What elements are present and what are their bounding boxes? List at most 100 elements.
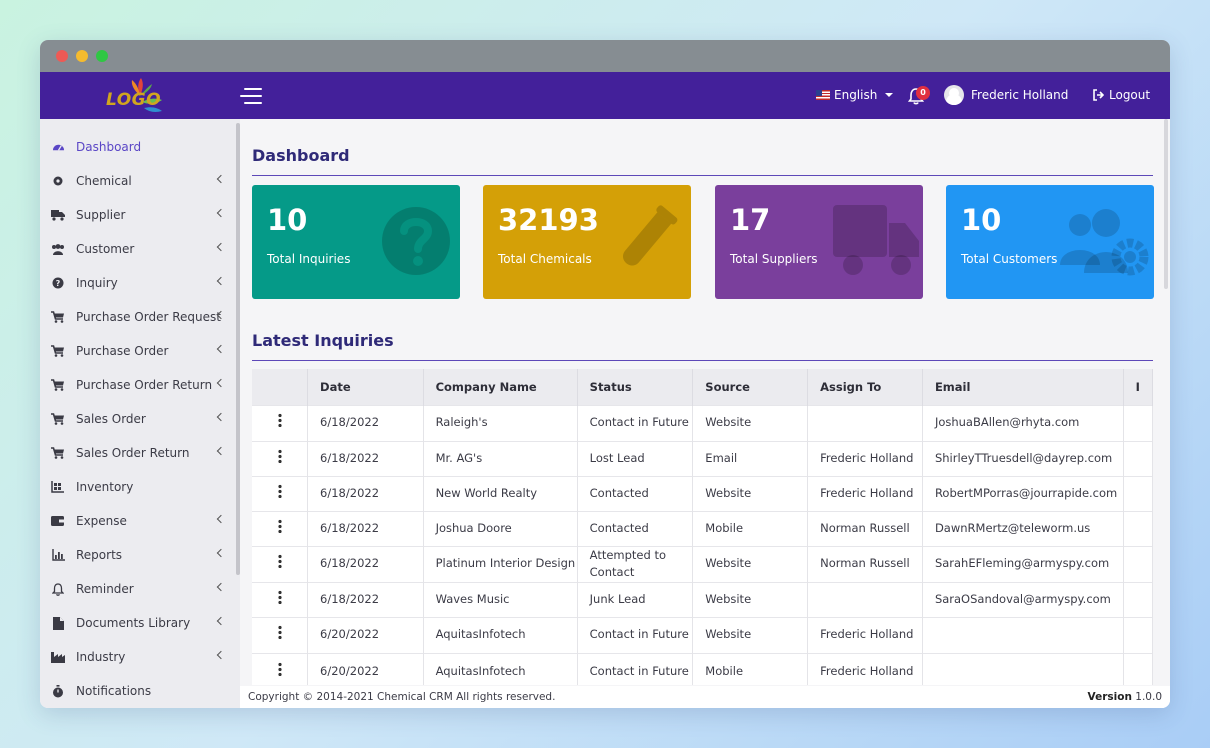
table-row[interactable]: 6/18/2022 Waves Music Junk Lead Website Sara… bbox=[252, 581, 1153, 617]
logout-icon bbox=[1093, 89, 1104, 101]
table-row[interactable]: 6/18/2022 Mr. AG's Lost Lead Email Frederic … bbox=[252, 440, 1153, 476]
company-cell: New World Realty bbox=[423, 475, 578, 511]
sidebar-item-sales-order-return[interactable]: Sales Order Return bbox=[40, 436, 232, 470]
kebab-menu-icon[interactable] bbox=[277, 483, 282, 498]
col-header-source[interactable]: Source bbox=[692, 369, 809, 405]
table-header-row: Date Company Name Status Source Assign T… bbox=[252, 369, 1153, 405]
sidebar-item-reports[interactable]: Reports bbox=[40, 538, 232, 572]
assign-to-cell: Frederic Holland bbox=[807, 616, 923, 653]
kebab-menu-icon[interactable] bbox=[277, 661, 282, 676]
menu-toggle-button[interactable] bbox=[240, 86, 262, 106]
table-row[interactable]: 6/18/2022 Platinum Interior Design Attempt… bbox=[252, 545, 1153, 582]
card-value: 10 bbox=[267, 203, 308, 237]
kebab-menu-icon[interactable] bbox=[277, 589, 282, 604]
date-cell: 6/20/2022 bbox=[307, 652, 424, 685]
sidebar-item-chemical[interactable]: Chemical bbox=[40, 164, 232, 198]
sidebar-item-documents-library[interactable]: Documents Library bbox=[40, 606, 232, 640]
chart-icon bbox=[51, 548, 65, 562]
table-row[interactable]: 6/18/2022 Joshua Doore Contacted Mobile Norm… bbox=[252, 510, 1153, 546]
card-total-suppliers[interactable]: 17 Total Suppliers bbox=[715, 185, 923, 299]
status-cell: Contact in Future bbox=[577, 652, 694, 685]
table-row[interactable]: 6/18/2022 Raleigh's Contact in Future Websi… bbox=[252, 404, 1153, 441]
logo[interactable]: LOGO bbox=[104, 78, 176, 114]
kebab-menu-icon[interactable] bbox=[277, 625, 282, 640]
col-header-assign-to[interactable]: Assign To bbox=[807, 369, 923, 405]
sidebar-item-label: Inquiry bbox=[76, 276, 118, 290]
card-total-customers[interactable]: 10 Total Customers bbox=[946, 185, 1154, 299]
dashboard-icon bbox=[51, 140, 65, 154]
row-actions-cell bbox=[252, 581, 309, 617]
sidebar-item-purchase-order-return[interactable]: Purchase Order Return bbox=[40, 368, 232, 402]
minimize-window-button[interactable] bbox=[76, 50, 88, 62]
cart-icon bbox=[51, 344, 65, 358]
truncated-cell bbox=[1123, 616, 1153, 653]
sidebar-item-expense[interactable]: Expense bbox=[40, 504, 232, 538]
sidebar-item-label: Industry bbox=[76, 650, 126, 664]
kebab-menu-icon[interactable] bbox=[277, 413, 282, 428]
test-tube-icon bbox=[623, 205, 678, 266]
truncated-cell bbox=[1123, 545, 1153, 582]
table-row[interactable]: 6/18/2022 New World Realty Contacted Websit… bbox=[252, 475, 1153, 511]
col-header-status[interactable]: Status bbox=[577, 369, 694, 405]
table-row[interactable]: 6/20/2022 AquitasInfotech Contact in Futur… bbox=[252, 616, 1153, 653]
status-cell: Junk Lead bbox=[577, 581, 694, 617]
language-selector[interactable]: English bbox=[816, 88, 894, 102]
date-cell: 6/20/2022 bbox=[307, 616, 424, 653]
inventory-icon bbox=[51, 480, 65, 494]
table-row[interactable]: 6/20/2022 AquitasInfotech Contact in Futur… bbox=[252, 652, 1153, 685]
company-cell: AquitasInfotech bbox=[423, 616, 578, 653]
main-scrollbar[interactable] bbox=[1164, 119, 1168, 289]
email-cell[interactable]: DawnRMertz@teleworm.us bbox=[922, 510, 1124, 546]
sidebar: Dashboard Chemical Supplier Customer? Inquir… bbox=[40, 119, 240, 708]
sidebar-item-supplier[interactable]: Supplier bbox=[40, 198, 232, 232]
cart-icon bbox=[51, 378, 65, 392]
latest-inquiries-title: Latest Inquiries bbox=[252, 331, 394, 350]
email-cell[interactable]: JoshuaBAllen@rhyta.com bbox=[922, 404, 1124, 441]
email-cell[interactable]: ShirleyTTruesdell@dayrep.com bbox=[922, 440, 1124, 476]
sidebar-item-dashboard[interactable]: Dashboard bbox=[40, 130, 232, 164]
sidebar-item-purchase-order[interactable]: Purchase Order bbox=[40, 334, 232, 368]
sidebar-item-reminder[interactable]: Reminder bbox=[40, 572, 232, 606]
date-cell: 6/18/2022 bbox=[307, 475, 424, 511]
user-avatar[interactable] bbox=[944, 85, 964, 105]
email-cell[interactable]: SaraOSandoval@armyspy.com bbox=[922, 581, 1124, 617]
sidebar-item-inventory[interactable]: Inventory bbox=[40, 470, 232, 504]
close-window-button[interactable] bbox=[56, 50, 68, 62]
maximize-window-button[interactable] bbox=[96, 50, 108, 62]
sidebar-item-notifications[interactable]: Notifications bbox=[40, 674, 232, 708]
email-cell[interactable] bbox=[922, 616, 1124, 653]
logo-text: LOGO bbox=[106, 90, 162, 110]
sidebar-item-customer[interactable]: Customer bbox=[40, 232, 232, 266]
card-total-chemicals[interactable]: 32193 Total Chemicals bbox=[483, 185, 691, 299]
version-label: Version bbox=[1087, 691, 1132, 703]
source-cell: Website bbox=[692, 545, 809, 582]
assign-to-cell bbox=[807, 581, 923, 617]
col-header-company[interactable]: Company Name bbox=[423, 369, 578, 405]
sidebar-item-industry[interactable]: Industry bbox=[40, 640, 232, 674]
email-cell[interactable]: RobertMPorras@jourrapide.com bbox=[922, 475, 1124, 511]
logout-button[interactable]: Logout bbox=[1092, 88, 1150, 102]
card-total-inquiries[interactable]: 10 Total Inquiries bbox=[252, 185, 460, 299]
email-cell[interactable] bbox=[922, 652, 1124, 685]
source-cell: Email bbox=[692, 440, 809, 476]
col-header-email[interactable]: Email bbox=[922, 369, 1124, 405]
sidebar-item-purchase-order-request[interactable]: Purchase Order Request bbox=[40, 300, 232, 334]
sidebar-item-inquiry[interactable]: ? Inquiry bbox=[40, 266, 232, 300]
source-cell: Mobile bbox=[692, 510, 809, 546]
kebab-menu-icon[interactable] bbox=[277, 518, 282, 533]
email-cell[interactable]: SarahEFleming@armyspy.com bbox=[922, 545, 1124, 582]
kebab-menu-icon[interactable] bbox=[277, 448, 282, 463]
col-header-truncated[interactable]: I bbox=[1123, 369, 1153, 405]
col-header-date[interactable]: Date bbox=[307, 369, 424, 405]
sidebar-item-label: Purchase Order Return bbox=[76, 378, 213, 392]
user-name[interactable]: Frederic Holland bbox=[971, 88, 1068, 102]
language-label: English bbox=[834, 88, 878, 102]
source-cell: Website bbox=[692, 404, 809, 441]
kebab-menu-icon[interactable] bbox=[277, 554, 282, 569]
source-cell: Website bbox=[692, 616, 809, 653]
row-actions-cell bbox=[252, 510, 309, 546]
caret-down-icon bbox=[885, 93, 894, 97]
sidebar-item-sales-order[interactable]: Sales Order bbox=[40, 402, 232, 436]
date-cell: 6/18/2022 bbox=[307, 440, 424, 476]
source-cell: Mobile bbox=[692, 652, 809, 685]
